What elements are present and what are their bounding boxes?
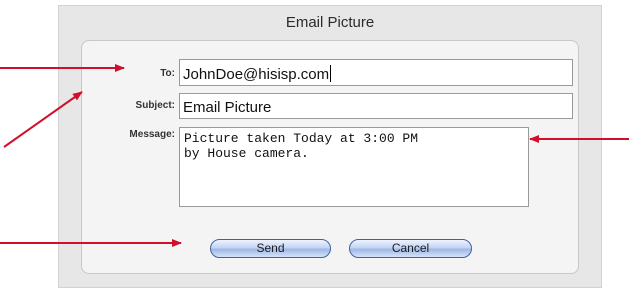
- send-button[interactable]: Send: [210, 239, 331, 258]
- subject-value: Email Picture: [183, 99, 272, 116]
- text-caret: [330, 65, 332, 82]
- email-picture-dialog: Email Picture To: JohnDoe@hisisp.com Sub…: [58, 5, 602, 288]
- message-textarea[interactable]: Picture taken Today at 3:00 PM by House …: [179, 127, 529, 207]
- message-label: Message:: [129, 129, 175, 140]
- email-form-panel: To: JohnDoe@hisisp.com Subject: Email Pi…: [81, 40, 579, 274]
- screenshot-stage: Email Picture To: JohnDoe@hisisp.com Sub…: [0, 0, 629, 293]
- cancel-button[interactable]: Cancel: [349, 239, 472, 258]
- subject-label: Subject:: [135, 100, 175, 111]
- to-field[interactable]: JohnDoe@hisisp.com: [179, 59, 573, 86]
- subject-field[interactable]: Email Picture: [179, 93, 573, 119]
- to-value: JohnDoe@hisisp.com: [183, 66, 330, 83]
- dialog-title: Email Picture: [285, 14, 375, 31]
- to-label: To:: [160, 68, 175, 79]
